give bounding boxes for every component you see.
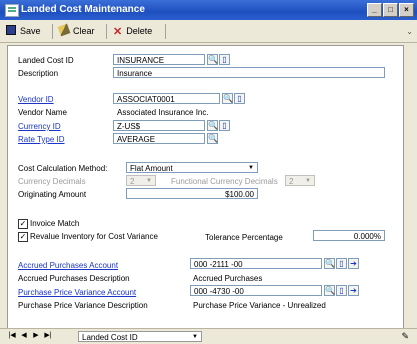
lookup-icon[interactable]: 🔍 bbox=[324, 285, 335, 296]
previous-record-icon[interactable]: ◀ bbox=[19, 331, 29, 341]
help-icon[interactable]: ⌄ bbox=[406, 27, 413, 36]
delete-button[interactable]: ✕ Delete bbox=[113, 25, 152, 38]
chevron-down-icon: ▼ bbox=[248, 165, 254, 171]
tolerance-percentage-field[interactable]: 0.000% bbox=[313, 230, 385, 241]
functional-currency-decimals-select[interactable]: 2 ▼ bbox=[285, 175, 315, 186]
sort-by-select[interactable]: Landed Cost ID ▼ bbox=[78, 331, 202, 342]
note-icon[interactable]: ✎ bbox=[401, 331, 409, 342]
description-label: Description bbox=[18, 69, 59, 78]
currency-decimals-label: Currency Decimals bbox=[18, 177, 86, 186]
chevron-down-icon: ▼ bbox=[305, 178, 311, 184]
note-icon[interactable]: ▯ bbox=[234, 93, 245, 104]
lookup-icon[interactable]: 🔍 bbox=[207, 120, 218, 131]
eraser-icon bbox=[57, 23, 71, 37]
tolerance-percentage-label: Tolerance Percentage bbox=[205, 233, 283, 242]
invoice-match-label: Invoice Match bbox=[30, 219, 80, 228]
originating-amount-label: Originating Amount bbox=[18, 190, 87, 199]
accrued-purchases-account-field[interactable]: 000 -2111 -00 bbox=[190, 258, 322, 269]
chevron-down-icon: ▼ bbox=[192, 334, 198, 340]
revalue-inventory-checkbox[interactable]: ✓ bbox=[18, 232, 28, 242]
description-field[interactable]: Insurance bbox=[113, 67, 385, 78]
landed-cost-id-field[interactable]: INSURANCE bbox=[113, 54, 205, 65]
ppv-account-field[interactable]: 000 -4730 -00 bbox=[190, 285, 322, 296]
note-icon[interactable]: ▯ bbox=[336, 285, 347, 296]
close-button[interactable]: × bbox=[399, 3, 414, 17]
currency-decimals-value: 2 bbox=[130, 177, 135, 186]
clear-label: Clear bbox=[73, 26, 95, 36]
accrued-purchases-description-label: Accrued Purchases Description bbox=[18, 274, 130, 283]
maximize-button[interactable]: □ bbox=[383, 3, 398, 17]
next-record-icon[interactable]: ▶ bbox=[31, 331, 41, 341]
invoice-match-checkbox[interactable]: ✓ bbox=[18, 219, 28, 229]
currency-id-field[interactable]: Z-US$ bbox=[113, 120, 205, 131]
functional-currency-decimals-value: 2 bbox=[289, 177, 294, 186]
vendor-id-link[interactable]: Vendor ID bbox=[18, 95, 54, 104]
minimize-button[interactable]: _ bbox=[367, 3, 382, 17]
form-pane: Landed Cost ID INSURANCE 🔍 ▯ Description… bbox=[7, 45, 404, 330]
toolbar-separator bbox=[106, 24, 107, 39]
save-label: Save bbox=[20, 26, 41, 36]
originating-amount-field[interactable]: $100.00 bbox=[126, 188, 258, 199]
cost-calc-method-select[interactable]: Flat Amount ▼ bbox=[126, 162, 258, 173]
revalue-inventory-label: Revalue Inventory for Cost Variance bbox=[30, 232, 158, 241]
title-bar[interactable]: Landed Cost Maintenance _ □ × bbox=[0, 0, 417, 20]
currency-decimals-select[interactable]: 2 ▼ bbox=[126, 175, 156, 186]
save-icon bbox=[6, 25, 16, 35]
first-record-icon[interactable]: |◀ bbox=[7, 331, 17, 341]
record-navigation: |◀ ◀ ▶ ▶| bbox=[7, 331, 53, 342]
vendor-id-field[interactable]: ASSOCIAT0001 bbox=[113, 93, 220, 104]
arrow-right-icon[interactable]: ➔ bbox=[348, 285, 359, 296]
toolbar-separator bbox=[165, 24, 166, 39]
last-record-icon[interactable]: ▶| bbox=[43, 331, 53, 341]
accrued-purchases-description-value: Accrued Purchases bbox=[193, 274, 263, 283]
window-title: Landed Cost Maintenance bbox=[21, 4, 145, 15]
save-button[interactable]: Save bbox=[6, 25, 41, 38]
ppv-description-value: Purchase Price Variance - Unrealized bbox=[193, 301, 326, 310]
window-icon bbox=[5, 4, 19, 17]
toolbar-separator bbox=[52, 24, 53, 39]
arrow-right-icon[interactable]: ➔ bbox=[348, 258, 359, 269]
vendor-name-label: Vendor Name bbox=[18, 108, 67, 117]
rate-type-id-link[interactable]: Rate Type ID bbox=[18, 135, 65, 144]
delete-icon: ✕ bbox=[113, 26, 123, 38]
currency-id-link[interactable]: Currency ID bbox=[18, 122, 61, 131]
ppv-description-label: Purchase Price Variance Description bbox=[18, 301, 148, 310]
delete-label: Delete bbox=[126, 26, 153, 36]
sort-by-value: Landed Cost ID bbox=[82, 333, 138, 342]
lookup-icon[interactable]: 🔍 bbox=[324, 258, 335, 269]
functional-currency-decimals-label: Functional Currency Decimals bbox=[171, 177, 278, 186]
lookup-icon[interactable]: 🔍 bbox=[207, 133, 218, 144]
accrued-purchases-account-link[interactable]: Accrued Purchases Account bbox=[18, 261, 118, 270]
chevron-down-icon: ▼ bbox=[146, 178, 152, 184]
cost-calc-method-label: Cost Calculation Method: bbox=[18, 164, 108, 173]
note-icon[interactable]: ▯ bbox=[219, 120, 230, 131]
rate-type-id-field[interactable]: AVERAGE bbox=[113, 133, 205, 144]
cost-calc-method-value: Flat Amount bbox=[130, 164, 173, 173]
note-icon[interactable]: ▯ bbox=[219, 54, 230, 65]
lookup-icon[interactable]: 🔍 bbox=[207, 54, 218, 65]
landed-cost-id-label: Landed Cost ID bbox=[18, 56, 74, 65]
vendor-name-value: Associated Insurance Inc. bbox=[113, 106, 235, 117]
status-bar: |◀ ◀ ▶ ▶| Landed Cost ID ▼ ✎ bbox=[0, 328, 417, 344]
note-icon[interactable]: ▯ bbox=[336, 258, 347, 269]
clear-button[interactable]: Clear bbox=[57, 23, 95, 38]
ppv-account-link[interactable]: Purchase Price Variance Account bbox=[18, 288, 136, 297]
toolbar: Save Clear ✕ Delete ⌄ bbox=[0, 21, 417, 43]
lookup-icon[interactable]: 🔍 bbox=[222, 93, 233, 104]
